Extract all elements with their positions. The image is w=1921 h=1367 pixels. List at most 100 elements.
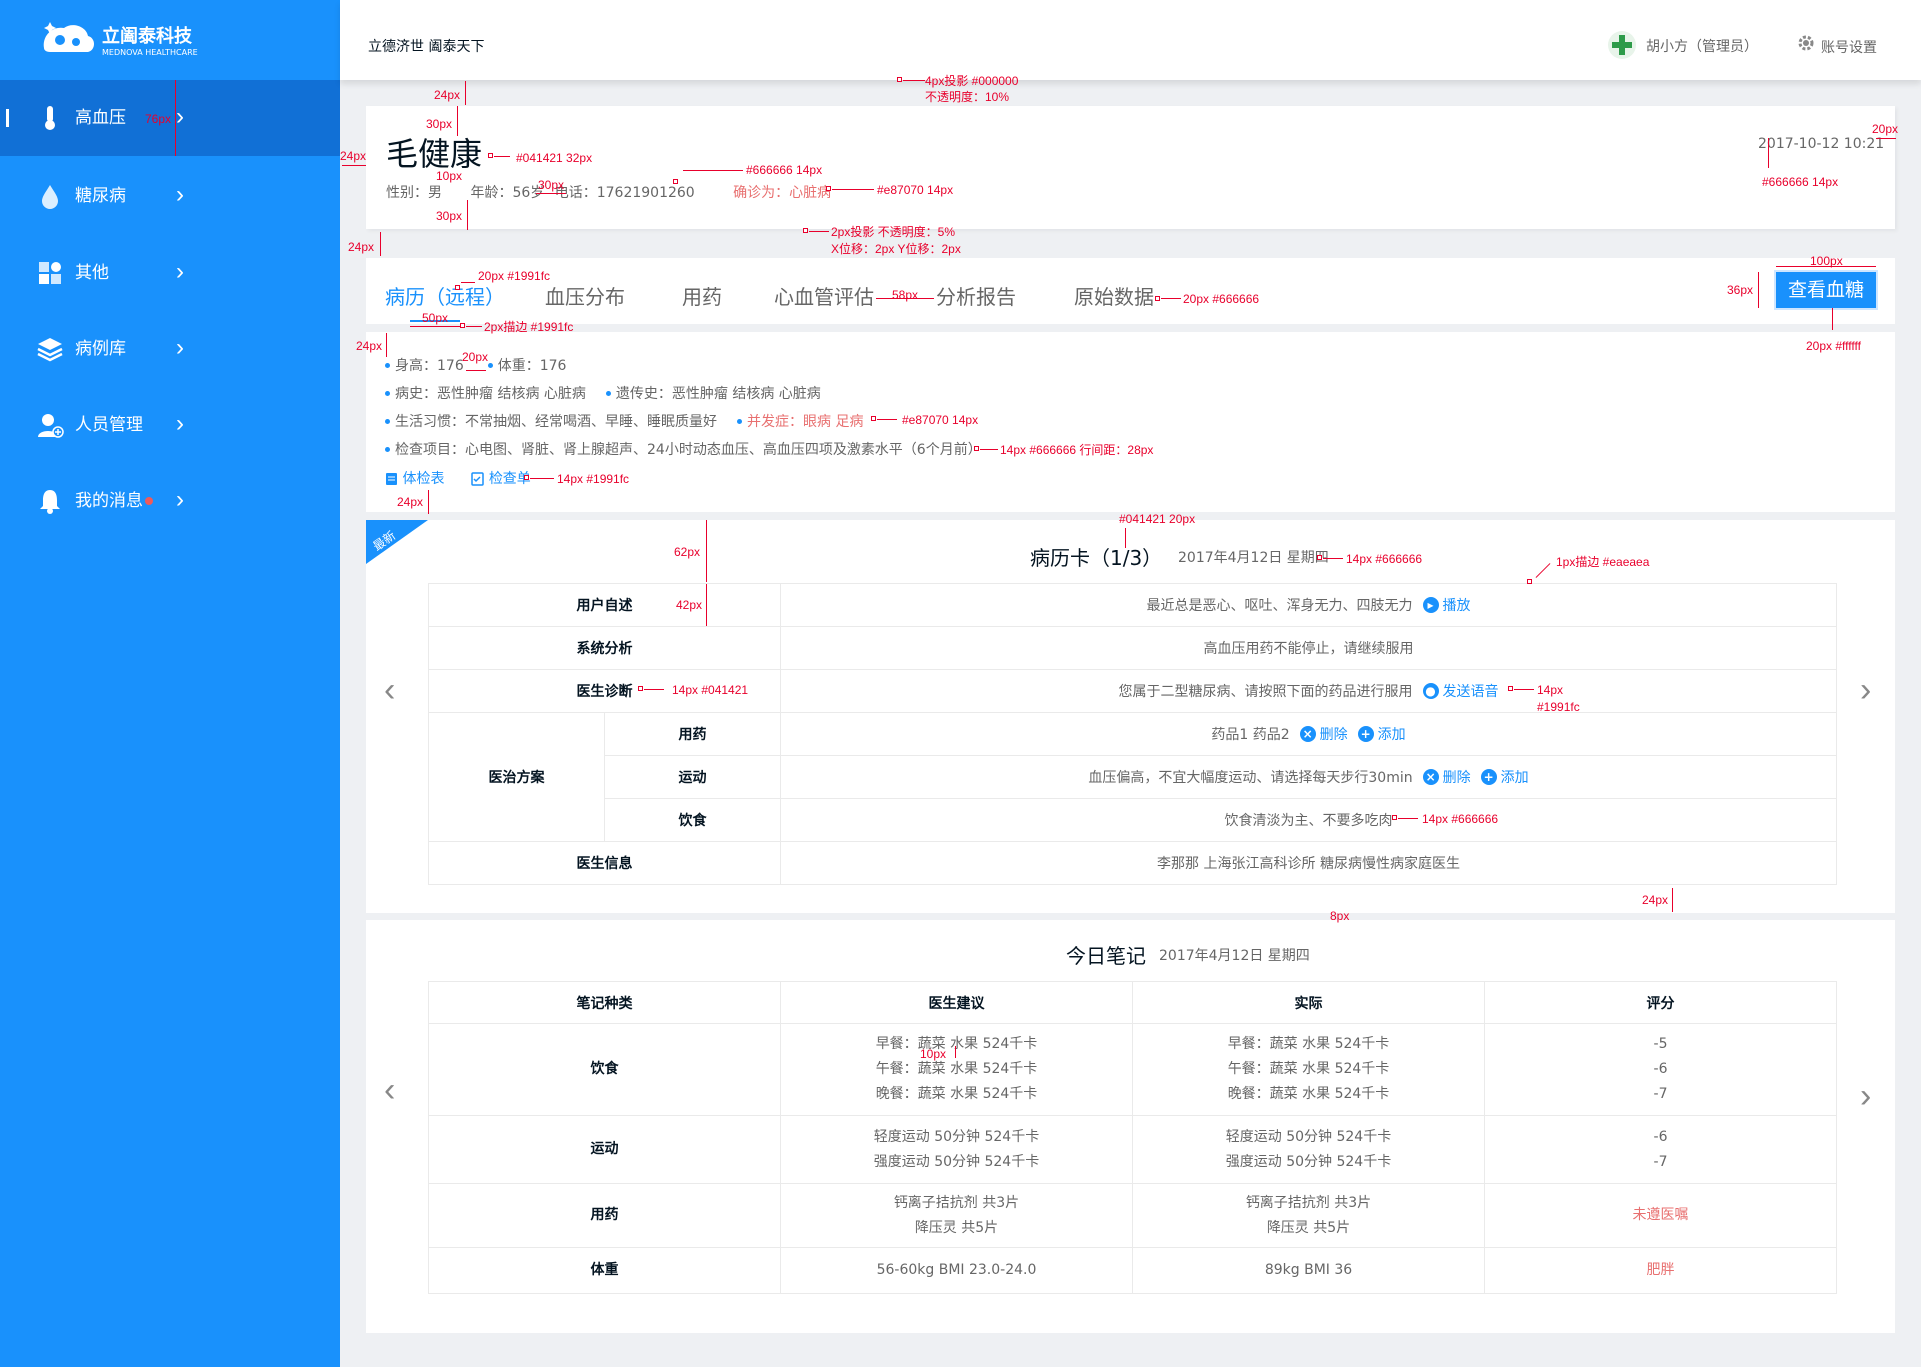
complaint-cell: 最近总是恶心、呕吐、浑身无力、四肢无力 ▸ 播放 <box>780 583 1837 627</box>
score: -7 <box>1653 1153 1668 1170</box>
exercise-score: -6 -7 <box>1484 1115 1837 1184</box>
form-icon <box>386 473 397 485</box>
trash-icon[interactable]: × <box>1422 769 1439 785</box>
spec-marker <box>974 446 979 451</box>
gear-icon[interactable] <box>1797 34 1815 52</box>
account-settings-link[interactable]: 账号设置 <box>1821 37 1877 57</box>
trash-icon[interactable]: × <box>1299 726 1316 742</box>
tab-medical-record[interactable]: 病历（远程） <box>385 283 505 311</box>
prev-notes-arrow[interactable]: ‹ <box>384 1070 395 1110</box>
tab-raw-data[interactable]: 原始数据 <box>1074 283 1154 311</box>
spec-label: 100px <box>1810 254 1843 268</box>
notes-title: 今日笔记 <box>1066 944 1146 968</box>
sidebar-item-diabetes[interactable]: 糖尿病 › <box>0 158 340 234</box>
spec-line <box>457 106 458 136</box>
add-button[interactable]: 添加 <box>1378 727 1406 743</box>
med-cell: 药品1 药品2 × 删除 + 添加 <box>780 712 1837 756</box>
diagnosis-text: 您属于二型糖尿病、请按照下面的药品进行服用 <box>1118 684 1413 700</box>
table-row: 运动 血压偏高，不宜大幅度运动、请选择每天步行30min × 删除 + 添加 <box>429 755 1837 799</box>
spec-line <box>1876 138 1896 139</box>
spec-line <box>877 419 897 420</box>
spec-label: #e87070 14px <box>877 183 954 197</box>
spec-line <box>536 193 566 194</box>
info-row-exams: 检查项目：心电图、肾脏、肾上腺超声、24小时动态血压、高血压四项及激素水平（6个… <box>385 440 982 460</box>
info-complication: 并发症：眼病 足病 <box>747 414 864 430</box>
table-row: 运动 轻度运动 50分钟 524千卡 强度运动 50分钟 524千卡 轻度运动 5… <box>428 1115 1837 1184</box>
spec-line <box>494 156 510 157</box>
user-name[interactable]: 胡小方（管理员） <box>1646 36 1758 56</box>
patient-age: 年龄：56岁 <box>470 185 545 201</box>
grid-icon <box>39 262 61 284</box>
microphone-icon[interactable]: ● <box>1422 683 1439 699</box>
layers-icon <box>37 338 63 362</box>
spec-line <box>683 170 743 171</box>
plus-icon[interactable]: + <box>1357 726 1374 742</box>
diet-label: 饮食 <box>604 798 781 842</box>
sidebar-item-label: 其他 <box>75 263 109 283</box>
tab-medication[interactable]: 用药 <box>682 283 722 311</box>
weight-advice: 56-60kg BMI 23.0-24.0 <box>780 1247 1133 1294</box>
spec-line <box>465 81 466 105</box>
table-row: 系统分析 高血压用药不能停止，请继续服用 <box>428 626 1837 670</box>
diet-line: 早餐：蔬菜 水果 524千卡 <box>1227 1036 1390 1052</box>
thermometer-icon <box>45 106 55 130</box>
doctor-label: 医生信息 <box>428 841 781 885</box>
exercise-advice: 轻度运动 50分钟 524千卡 强度运动 50分钟 524千卡 <box>780 1115 1133 1184</box>
sidebar-item-label: 我的消息 <box>75 491 143 511</box>
spec-line <box>342 165 366 166</box>
score: -5 <box>1653 1036 1668 1052</box>
info-weight: 体重：176 <box>497 358 567 374</box>
info-exams: 检查项目：心电图、肾脏、肾上腺超声、24小时动态血压、高血压四项及激素水平（6个… <box>395 442 982 458</box>
prev-record-arrow[interactable]: ‹ <box>384 670 395 710</box>
brand-logo: 立阖泰科技 MEDNOVA HEALTHCARE <box>38 16 218 64</box>
play-icon[interactable]: ▸ <box>1422 597 1439 613</box>
delete-button[interactable]: 删除 <box>1320 727 1348 743</box>
complaint-label: 用户自述 <box>428 583 781 627</box>
spec-marker <box>524 475 529 480</box>
spec-marker <box>1317 555 1322 560</box>
spec-label: 36px <box>1727 283 1754 297</box>
table-header-row: 笔记种类 医生建议 实际 评分 <box>428 981 1837 1024</box>
spec-marker <box>638 686 643 691</box>
sidebar-item-other[interactable]: 其他 › <box>0 235 340 311</box>
table-row: 医生诊断 您属于二型糖尿病、请按照下面的药品进行服用 ● 发送语音 <box>428 669 1837 713</box>
diet-line: 晚餐：蔬菜 水果 524千卡 <box>875 1086 1038 1102</box>
delete-button[interactable]: 删除 <box>1443 770 1471 786</box>
sidebar-item-messages[interactable]: 我的消息 › <box>0 463 340 539</box>
view-glucose-button[interactable]: 查看血糖 <box>1776 272 1876 308</box>
sidebar-item-label: 病例库 <box>75 339 126 359</box>
spec-marker <box>1527 579 1532 584</box>
tab-cardio-assessment[interactable]: 心血管评估 <box>774 283 874 311</box>
play-button[interactable]: 播放 <box>1443 598 1471 614</box>
physical-exam-link[interactable]: 体检表 <box>402 471 444 487</box>
spec-label: #666666 14px <box>746 163 823 177</box>
column-header: 评分 <box>1484 981 1837 1024</box>
spec-label: 8px <box>1330 909 1350 923</box>
send-voice-button[interactable]: 发送语音 <box>1443 684 1499 700</box>
sidebar-item-case-library[interactable]: 病例库 › <box>0 311 340 387</box>
active-indicator <box>6 109 9 127</box>
spec-label: 58px <box>892 288 919 302</box>
record-datetime: 2017-10-12 10:21 <box>1758 136 1885 152</box>
brand-subtitle: MEDNOVA HEALTHCARE <box>102 48 198 57</box>
med-category: 用药 <box>428 1183 781 1248</box>
add-button[interactable]: 添加 <box>1501 770 1529 786</box>
spec-line <box>380 232 381 256</box>
info-row-habits: 生活习惯：不常抽烟、经常喝酒、早睡、睡眠质量好 并发症：眼病 足病 <box>385 412 863 432</box>
score: -6 <box>1653 1061 1668 1077</box>
tab-analysis-report[interactable]: 分析报告 <box>936 283 1016 311</box>
patient-diagnosis: 确诊为：心脏病 <box>733 185 832 201</box>
next-record-arrow[interactable]: › <box>1860 670 1871 710</box>
table-row: 医治方案 用药 药品1 药品2 × 删除 + 添加 <box>428 712 1837 842</box>
tab-bp-distribution[interactable]: 血压分布 <box>545 283 625 311</box>
sidebar-item-staff[interactable]: 人员管理 › <box>0 387 340 463</box>
next-notes-arrow[interactable]: › <box>1860 1076 1871 1116</box>
weight-score: 肥胖 <box>1484 1247 1837 1294</box>
spec-line <box>644 689 664 690</box>
diet-category: 饮食 <box>428 1023 781 1116</box>
plus-icon[interactable]: + <box>1480 769 1497 785</box>
sidebar-item-label: 人员管理 <box>75 415 143 435</box>
spec-line <box>1398 818 1418 819</box>
spec-line <box>1323 558 1343 559</box>
spec-line <box>1758 272 1759 308</box>
